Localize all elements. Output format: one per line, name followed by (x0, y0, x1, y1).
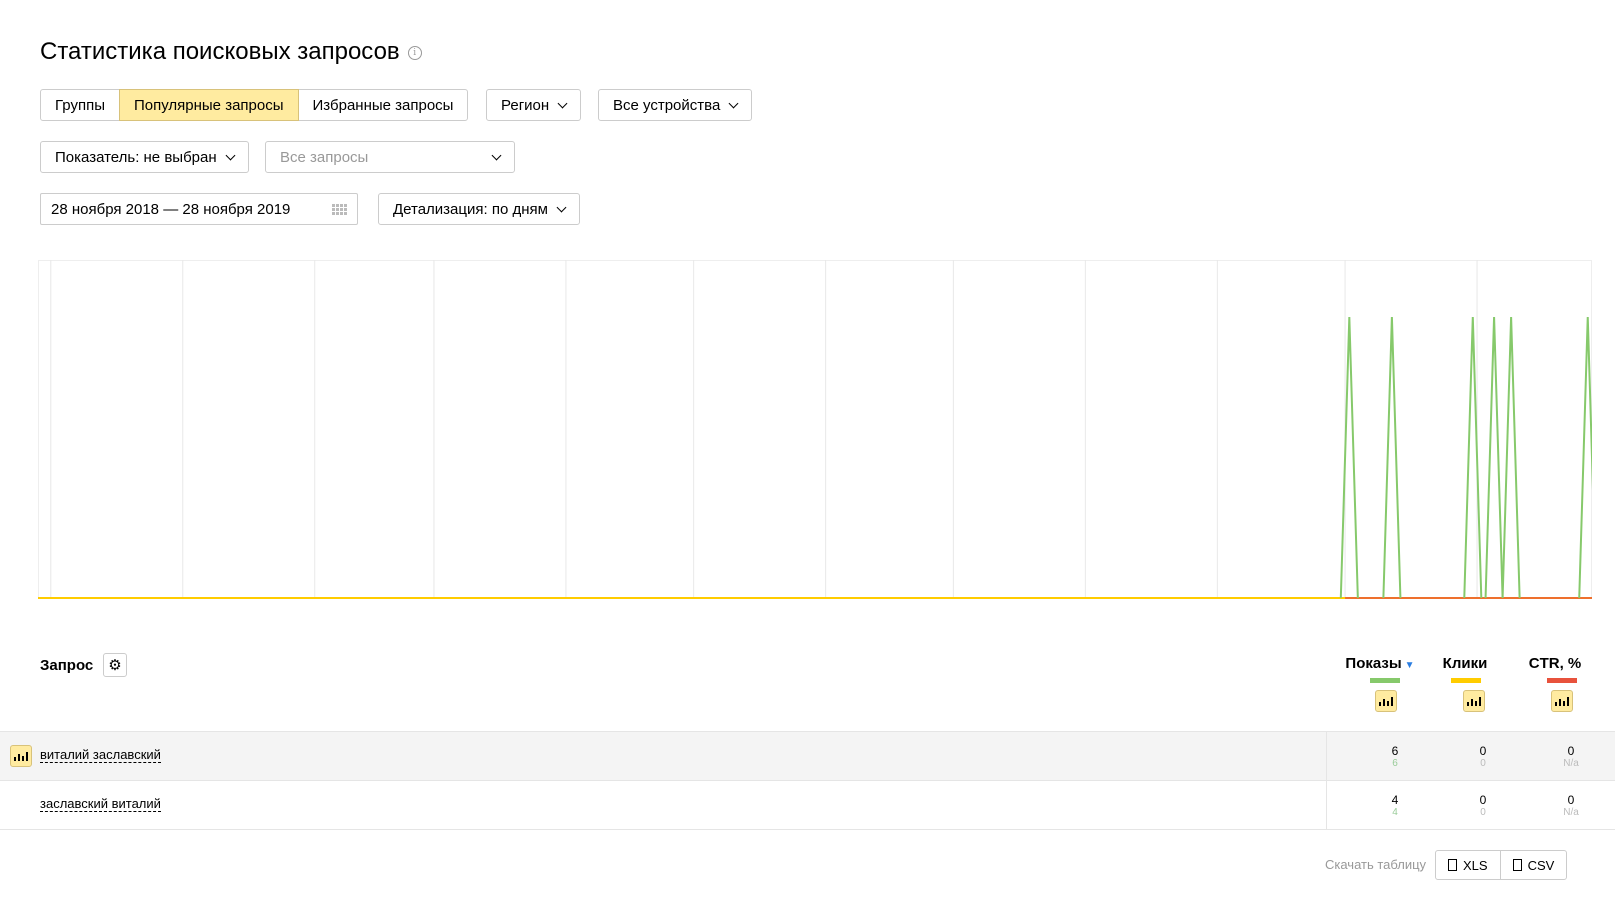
ctr-color-indicator (1547, 678, 1577, 683)
clicks-chart-toggle[interactable] (1463, 690, 1485, 712)
download-label: Скачать таблицу (1325, 857, 1427, 872)
file-icon (1512, 859, 1522, 871)
download-csv-button[interactable]: CSV (1499, 850, 1568, 880)
queries-select[interactable]: Все запросы (265, 141, 515, 173)
date-range-text: 28 ноября 2018 — 28 ноября 2019 (51, 200, 291, 218)
region-label: Регион (501, 96, 550, 114)
csv-label: CSV (1527, 857, 1555, 873)
region-dropdown[interactable]: Регион (486, 89, 582, 121)
page-title: Статистика поисковых запросов i (40, 38, 422, 66)
chevron-down-icon (225, 150, 236, 160)
ctr-sub-value: N/a (1563, 758, 1579, 769)
chart-frame (38, 260, 1592, 599)
series-shows-point (1463, 316, 1483, 599)
xls-label: XLS (1463, 857, 1488, 873)
column-header-clicks[interactable]: Клики (1425, 655, 1505, 683)
tab-groups[interactable]: Группы (40, 89, 120, 121)
table-row[interactable]: виталий заславский 66 00 0 N/a (0, 731, 1615, 780)
table-row[interactable]: заславский виталий 44 00 0 N/a (0, 780, 1615, 830)
devices-label: Все устройства (613, 96, 721, 114)
queries-placeholder: Все запросы (280, 148, 369, 166)
clicks-value: 0 (1479, 793, 1487, 807)
line-chart: дек 2018янв 2019фев 2019мар 2019апр 2019… (38, 260, 1592, 599)
shows-sub-value: 6 (1392, 758, 1398, 769)
clicks-cell: 00 (1443, 744, 1523, 769)
shows-cell: 44 (1355, 793, 1435, 818)
ctr-value: 0 (1567, 793, 1575, 807)
chevron-down-icon (491, 150, 502, 160)
date-range-picker[interactable]: 28 ноября 2018 — 28 ноября 2019 (40, 193, 358, 225)
download-buttons: XLS CSV (1435, 850, 1568, 880)
shows-cell: 66 (1355, 744, 1435, 769)
shows-color-indicator (1370, 678, 1400, 683)
ctr-value: 0 (1567, 744, 1575, 758)
query-link[interactable]: виталий заславский (40, 748, 161, 763)
column-header-shows[interactable]: Показы ▼ (1330, 655, 1430, 683)
series-shows-point (1578, 316, 1592, 599)
clicks-sub-value: 0 (1480, 758, 1486, 769)
column-divider (1326, 731, 1327, 829)
chevron-down-icon (728, 98, 739, 108)
tab-group: Группы Популярные запросы Избранные запр… (40, 89, 469, 121)
shows-chart-toggle[interactable] (1375, 690, 1397, 712)
series-shows-point (1339, 316, 1359, 599)
chevron-down-icon (557, 98, 568, 108)
file-icon (1448, 859, 1457, 871)
chevron-down-icon (556, 202, 567, 212)
download-xls-button[interactable]: XLS (1435, 850, 1501, 880)
calendar-icon[interactable] (332, 203, 347, 215)
ctr-header-label: CTR, % (1528, 655, 1582, 672)
column-header-ctr[interactable]: CTR, % (1515, 655, 1595, 683)
query-column-header: Запрос (40, 657, 94, 674)
ctr-cell: 0 N/a (1531, 793, 1611, 818)
clicks-color-indicator (1451, 678, 1481, 683)
query-link[interactable]: заславский виталий (40, 797, 161, 812)
series-shows-point (1382, 316, 1402, 599)
shows-sub-value: 4 (1392, 807, 1398, 818)
info-icon[interactable]: i (407, 46, 422, 60)
detail-label: Детализация: по дням (393, 200, 548, 218)
indicator-label: Показатель: не выбран (55, 148, 217, 166)
devices-dropdown[interactable]: Все устройства (598, 89, 753, 121)
indicator-dropdown[interactable]: Показатель: не выбран (40, 141, 249, 173)
shows-header-label: Показы (1345, 655, 1402, 672)
tab-popular-queries[interactable]: Популярные запросы (118, 89, 299, 121)
row-chart-toggle[interactable] (10, 745, 32, 767)
shows-value: 6 (1391, 744, 1399, 758)
clicks-header-label: Клики (1442, 655, 1488, 672)
tab-favorite-queries[interactable]: Избранные запросы (297, 89, 469, 121)
gear-icon[interactable]: ⚙ (103, 653, 127, 677)
clicks-cell: 00 (1443, 793, 1523, 818)
detail-dropdown[interactable]: Детализация: по дням (378, 193, 580, 225)
clicks-value: 0 (1479, 744, 1487, 758)
sort-desc-icon: ▼ (1404, 660, 1415, 671)
page-title-text: Статистика поисковых запросов (40, 38, 400, 65)
ctr-chart-toggle[interactable] (1551, 690, 1573, 712)
shows-value: 4 (1391, 793, 1399, 807)
ctr-cell: 0 N/a (1531, 744, 1611, 769)
series-shows-point (1501, 316, 1521, 599)
clicks-sub-value: 0 (1480, 807, 1486, 818)
series-shows-point (1484, 316, 1504, 599)
ctr-sub-value: N/a (1563, 807, 1579, 818)
